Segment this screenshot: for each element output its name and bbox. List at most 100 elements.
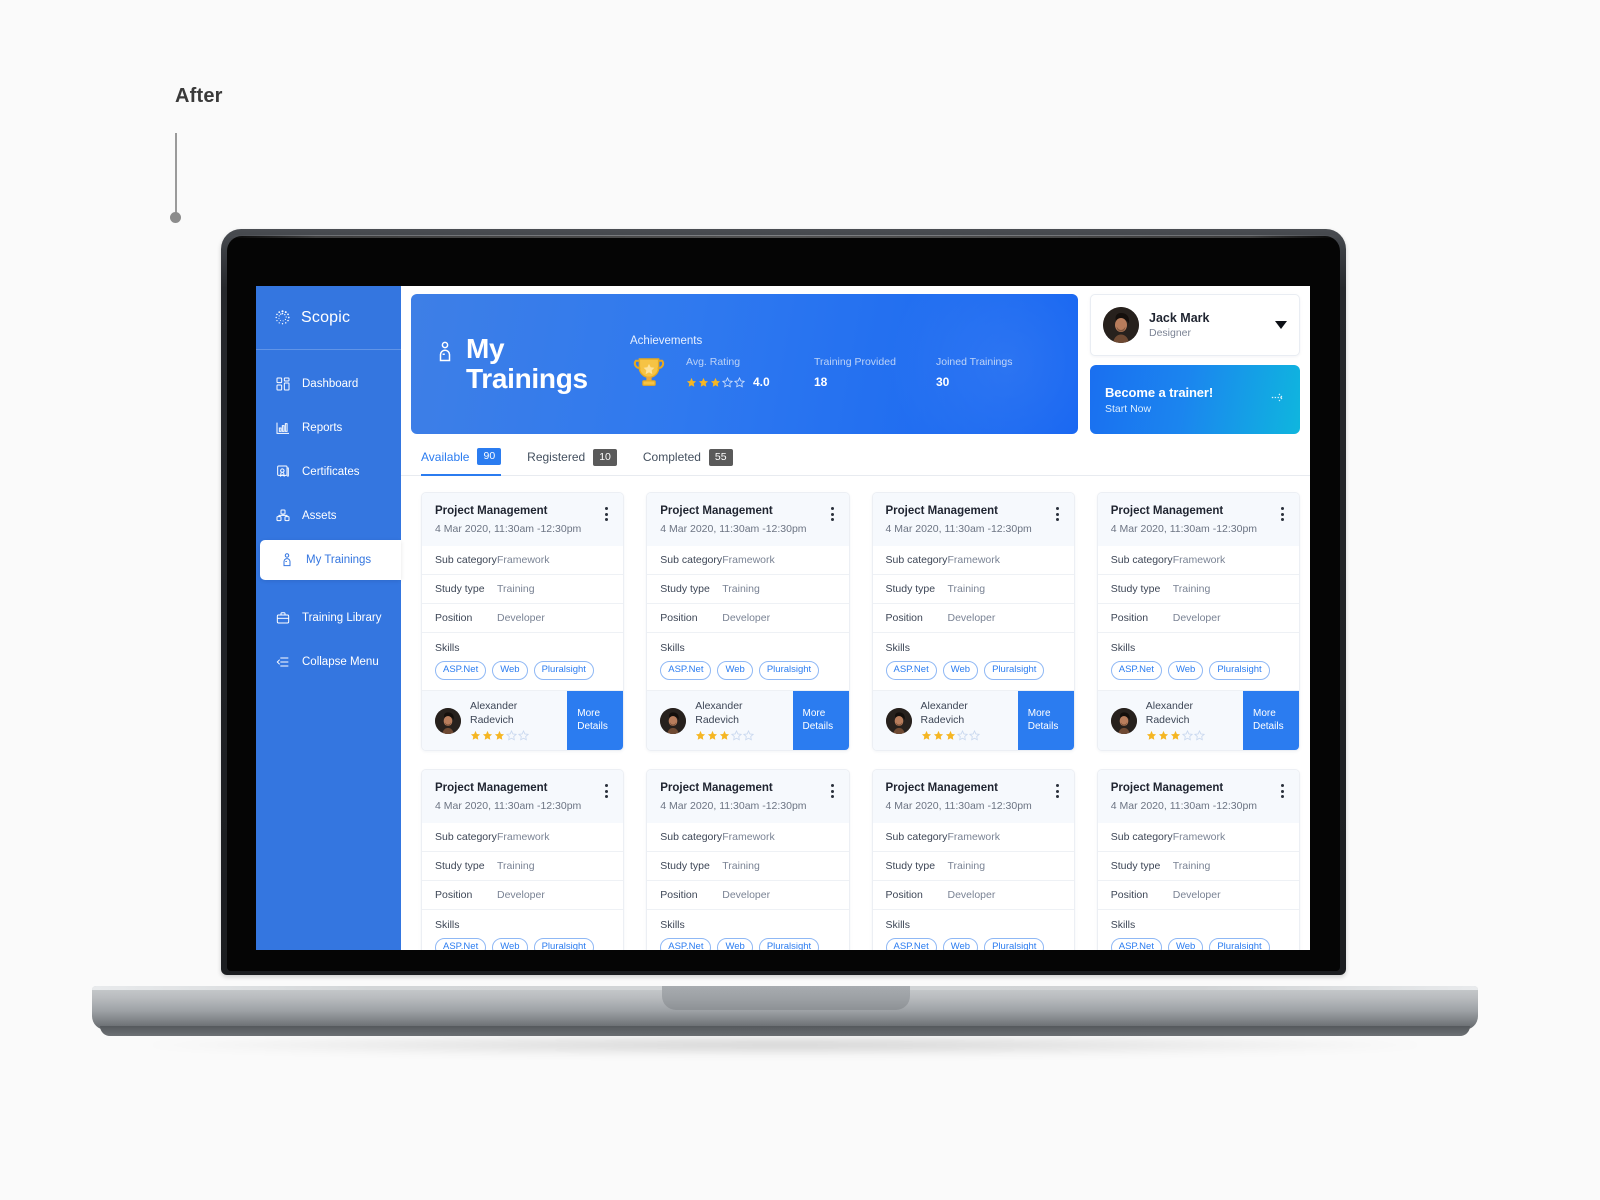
skill-chip[interactable]: Web bbox=[492, 660, 528, 680]
trainings-scroll-area[interactable]: Project Management 4 Mar 2020, 11:30am -… bbox=[401, 476, 1310, 950]
skill-chip[interactable]: Pluralsight bbox=[533, 660, 594, 680]
skill-chip[interactable]: Web bbox=[717, 660, 753, 680]
card-detail-value: Training bbox=[947, 582, 986, 595]
skill-chip[interactable]: Pluralsight bbox=[984, 660, 1045, 680]
skill-chip[interactable]: ASP.Net bbox=[435, 660, 487, 680]
skill-chip[interactable]: Web bbox=[942, 937, 979, 950]
tab-available[interactable]: Available 90 bbox=[421, 448, 502, 477]
card-header: Project Management 4 Mar 2020, 11:30am -… bbox=[872, 493, 1074, 546]
card-title: Project Management bbox=[885, 782, 998, 795]
card-detail-key: Study type bbox=[1110, 582, 1161, 595]
card-skills: Skills ASP.Net Web Pluralsight bbox=[647, 633, 849, 691]
card-title: Project Management bbox=[885, 505, 998, 518]
training-card[interactable]: Project Management 4 Mar 2020, 11:30am -… bbox=[871, 492, 1075, 752]
card-detail-key: Position bbox=[885, 888, 923, 901]
profile-name: Jack Mark bbox=[1149, 310, 1210, 325]
skill-chip[interactable]: Pluralsight bbox=[984, 937, 1045, 950]
skill-chip[interactable]: Pluralsight bbox=[533, 937, 594, 950]
card-date: 4 Mar 2020, 11:30am -12:30pm bbox=[435, 799, 582, 812]
card-detail-value: Framework bbox=[1172, 830, 1226, 843]
skill-chip[interactable]: ASP.Net bbox=[660, 660, 712, 680]
skill-chip[interactable]: ASP.Net bbox=[1110, 660, 1162, 680]
skill-chip[interactable]: Pluralsight bbox=[1209, 937, 1270, 950]
card-title: Project Management bbox=[435, 505, 548, 518]
skill-chip-list: ASP.Net Web Pluralsight bbox=[660, 660, 835, 680]
skill-chip[interactable]: Pluralsight bbox=[758, 660, 820, 680]
card-detail-row: Study type Training bbox=[872, 575, 1074, 604]
training-card[interactable]: Project Management 4 Mar 2020, 11:30am -… bbox=[1096, 769, 1300, 950]
sidebar-item-label: Collapse Menu bbox=[302, 656, 379, 668]
skills-label: Skills bbox=[885, 918, 911, 931]
skill-chip[interactable]: ASP.Net bbox=[885, 937, 937, 950]
card-date: 4 Mar 2020, 11:30am -12:30pm bbox=[1110, 799, 1258, 812]
skill-chip[interactable]: Pluralsight bbox=[1209, 660, 1270, 680]
more-details-button[interactable]: More Details bbox=[1243, 690, 1299, 751]
card-date: 4 Mar 2020, 11:30am -12:30pm bbox=[435, 522, 582, 535]
card-detail-key: Position bbox=[435, 888, 473, 901]
chevron-down-icon[interactable] bbox=[1275, 321, 1287, 329]
more-details-line2: Details bbox=[1027, 720, 1059, 732]
skills-label: Skills bbox=[660, 918, 685, 931]
skill-chip[interactable]: ASP.Net bbox=[885, 660, 937, 680]
card-detail-key: Sub category bbox=[660, 553, 723, 566]
become-trainer-card[interactable]: Become a trainer! Start Now bbox=[1090, 365, 1300, 434]
training-card[interactable]: Project Management 4 Mar 2020, 11:30am -… bbox=[646, 492, 850, 752]
skill-chip-list: ASP.Net Web Pluralsight bbox=[1110, 937, 1286, 950]
more-details-line1: More bbox=[802, 708, 826, 720]
achievements-block: Achievements Avg. Rating 4.0 Training Pr… bbox=[628, 335, 1056, 394]
tab-registered[interactable]: Registered 10 bbox=[527, 448, 617, 475]
kebab-menu-icon[interactable] bbox=[825, 781, 836, 799]
kebab-menu-icon[interactable] bbox=[825, 504, 836, 522]
sidebar-item-assets[interactable]: Assets bbox=[256, 496, 401, 536]
card-detail-row: Position Developer bbox=[647, 604, 849, 633]
skill-chip[interactable]: ASP.Net bbox=[1110, 937, 1162, 950]
skill-chip[interactable]: Web bbox=[1167, 937, 1204, 950]
sidebar-item-training-library[interactable]: Training Library bbox=[256, 598, 401, 638]
achievements-stats-row: Avg. Rating 4.0 Training Provided 18 Joi… bbox=[628, 352, 1056, 394]
kebab-menu-icon[interactable] bbox=[1050, 504, 1061, 522]
more-details-button[interactable]: More Details bbox=[567, 690, 624, 751]
sidebar-item-dashboard[interactable]: Dashboard bbox=[256, 364, 401, 404]
card-header: Project Management 4 Mar 2020, 11:30am -… bbox=[422, 493, 624, 546]
card-detail-row: Study type Training bbox=[872, 852, 1074, 881]
skills-label: Skills bbox=[1110, 641, 1136, 654]
card-header: Project Management 4 Mar 2020, 11:30am -… bbox=[1097, 493, 1299, 546]
skill-chip[interactable]: ASP.Net bbox=[435, 937, 487, 950]
avatar bbox=[660, 707, 687, 734]
tab-completed[interactable]: Completed 55 bbox=[643, 448, 733, 475]
card-date: 4 Mar 2020, 11:30am -12:30pm bbox=[660, 522, 807, 535]
card-detail-row: Study type Training bbox=[422, 575, 624, 604]
skills-label: Skills bbox=[435, 918, 460, 931]
skill-chip[interactable]: Web bbox=[717, 937, 753, 950]
more-details-button[interactable]: More Details bbox=[1017, 690, 1074, 751]
skill-chip[interactable]: Web bbox=[1167, 660, 1204, 680]
training-card[interactable]: Project Management 4 Mar 2020, 11:30am -… bbox=[1096, 492, 1300, 752]
profile-menu[interactable]: Jack Mark Designer bbox=[1090, 294, 1300, 356]
sidebar-item-collapse-menu[interactable]: Collapse Menu bbox=[256, 642, 401, 682]
card-skills: Skills ASP.Net Web Pluralsight bbox=[1097, 633, 1299, 691]
training-card[interactable]: Project Management 4 Mar 2020, 11:30am -… bbox=[421, 492, 625, 752]
skill-chip[interactable]: Pluralsight bbox=[758, 937, 820, 950]
kebab-menu-icon[interactable] bbox=[1275, 504, 1286, 522]
skill-chip[interactable]: ASP.Net bbox=[660, 937, 712, 950]
card-detail-value: Framework bbox=[1172, 553, 1226, 566]
kebab-menu-icon[interactable] bbox=[599, 504, 610, 522]
brand[interactable]: Scopic bbox=[256, 286, 401, 350]
card-header: Project Management 4 Mar 2020, 11:30am -… bbox=[1097, 770, 1299, 823]
skill-chip[interactable]: Web bbox=[492, 937, 528, 950]
skill-chip[interactable]: Web bbox=[942, 660, 979, 680]
sidebar-item-my-trainings[interactable]: My Trainings bbox=[260, 540, 401, 580]
kebab-menu-icon[interactable] bbox=[599, 781, 610, 799]
sidebar-item-reports[interactable]: Reports bbox=[256, 408, 401, 448]
kebab-menu-icon[interactable] bbox=[1050, 781, 1061, 799]
card-detail-row: Position Developer bbox=[1097, 604, 1299, 633]
more-details-button[interactable]: More Details bbox=[792, 690, 849, 751]
training-card[interactable]: Project Management 4 Mar 2020, 11:30am -… bbox=[646, 769, 850, 950]
hero-title-line1: My bbox=[466, 333, 505, 365]
training-card[interactable]: Project Management 4 Mar 2020, 11:30am -… bbox=[871, 769, 1075, 950]
card-header-text: Project Management 4 Mar 2020, 11:30am -… bbox=[886, 781, 1050, 812]
sidebar-item-certificates[interactable]: Certificates bbox=[256, 452, 401, 492]
training-card[interactable]: Project Management 4 Mar 2020, 11:30am -… bbox=[421, 769, 625, 950]
kebab-menu-icon[interactable] bbox=[1275, 781, 1286, 799]
card-detail-value: Framework bbox=[722, 830, 775, 843]
